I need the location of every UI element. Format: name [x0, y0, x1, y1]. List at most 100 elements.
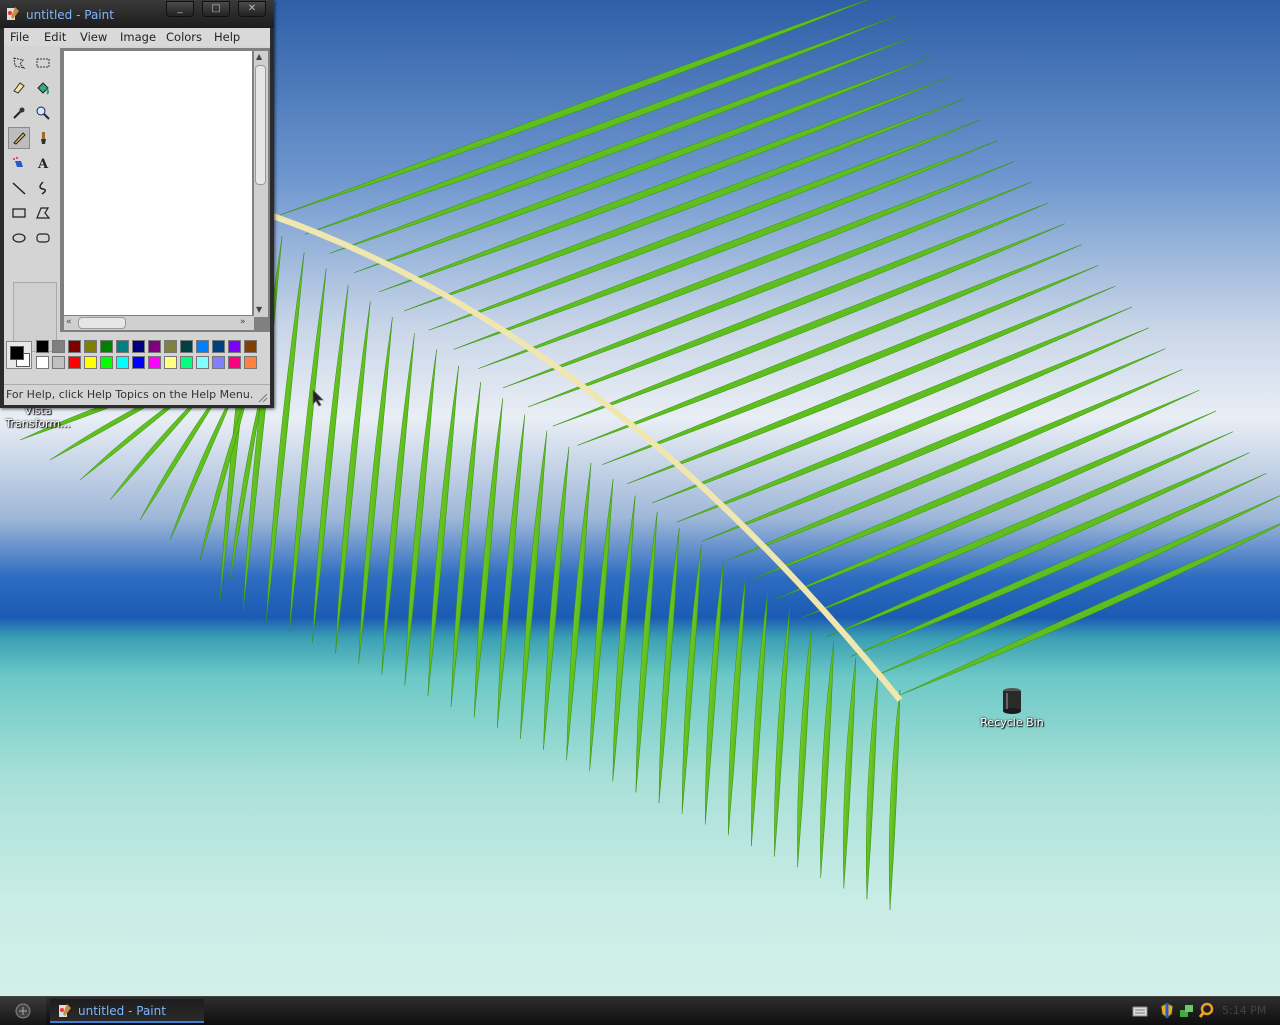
palm-leaflet	[825, 452, 1250, 638]
menu-image[interactable]: Image	[120, 30, 156, 44]
menu-help[interactable]: Help	[214, 30, 240, 44]
palm-leaflet	[800, 431, 1233, 619]
rounded-rectangle-icon	[36, 233, 50, 243]
scroll-down-icon[interactable]: ▼	[256, 305, 262, 314]
menu-edit[interactable]: Edit	[44, 30, 66, 44]
taskbar-clock[interactable]: 5:14 PM	[1222, 1004, 1266, 1017]
palm-leaflet	[304, 15, 897, 235]
canvas-workspace: ▲ ▼ « »	[60, 48, 270, 332]
palette-swatch[interactable]	[52, 356, 65, 369]
palm-leaflet	[751, 389, 1200, 581]
palm-leaflet	[589, 479, 614, 772]
palette-swatch[interactable]	[116, 356, 129, 369]
brush-tool[interactable]	[32, 127, 54, 149]
palm-leaflet	[403, 98, 965, 312]
close-button[interactable]: ✕	[238, 1, 266, 17]
fill-with-color-tool[interactable]	[32, 77, 54, 99]
ellipse-icon	[12, 233, 26, 243]
free-form-select-tool[interactable]	[8, 52, 30, 74]
magnifier-tool[interactable]	[32, 102, 54, 124]
palette-swatch[interactable]	[68, 340, 81, 353]
polygon-tool[interactable]	[32, 202, 54, 224]
palette-swatch[interactable]	[212, 356, 225, 369]
palm-leaflet	[658, 527, 680, 804]
palm-leaflet	[875, 495, 1280, 677]
security-shield-icon[interactable]	[1160, 1002, 1174, 1020]
palm-leaflet	[520, 430, 548, 739]
airbrush-tool[interactable]	[8, 152, 30, 174]
scroll-left-icon[interactable]: «	[66, 317, 72, 327]
palm-leaflet	[635, 511, 658, 793]
palm-leaflet	[704, 560, 724, 825]
palette-swatch[interactable]	[228, 340, 241, 353]
minimize-button[interactable]: _	[166, 1, 194, 17]
text-a-icon: A	[37, 157, 49, 171]
taskbar-item-paint[interactable]: untitled - Paint	[50, 999, 204, 1023]
palm-leaflet	[681, 544, 702, 814]
menu-colors[interactable]: Colors	[166, 30, 202, 44]
palette-swatch[interactable]	[196, 340, 209, 353]
rectangle-icon	[12, 208, 26, 218]
palette-swatch[interactable]	[244, 356, 257, 369]
pencil-tool[interactable]	[8, 127, 30, 149]
palette-swatch[interactable]	[196, 356, 209, 369]
select-tool[interactable]	[32, 52, 54, 74]
palette-swatch[interactable]	[132, 356, 145, 369]
pick-color-tool[interactable]	[8, 102, 30, 124]
menu-view[interactable]: View	[80, 30, 107, 44]
eraser-tool[interactable]	[8, 77, 30, 99]
palette-swatch[interactable]	[180, 356, 193, 369]
palette-swatch[interactable]	[180, 340, 193, 353]
rectangle-tool[interactable]	[8, 202, 30, 224]
current-colors-indicator[interactable]	[6, 341, 32, 369]
rounded-rectangle-tool[interactable]	[32, 227, 54, 249]
palette-swatch[interactable]	[164, 356, 177, 369]
polygon-icon	[36, 207, 51, 219]
search-icon[interactable]	[1198, 1002, 1214, 1020]
title-bar[interactable]: untitled - Paint _ □ ✕	[0, 0, 274, 28]
ellipse-tool[interactable]	[8, 227, 30, 249]
line-icon	[12, 182, 26, 195]
recycle-bin-desktop-icon[interactable]: Recycle Bin	[974, 686, 1050, 729]
resize-grip-icon[interactable]	[258, 393, 268, 403]
palette-swatch[interactable]	[132, 340, 145, 353]
maximize-button[interactable]: □	[202, 1, 230, 17]
horizontal-scroll-thumb[interactable]	[78, 317, 126, 329]
vertical-scrollbar[interactable]: ▲ ▼	[254, 51, 268, 317]
menu-file[interactable]: File	[10, 30, 29, 44]
curve-tool[interactable]	[32, 177, 54, 199]
palm-leaflet	[566, 463, 592, 761]
palm-leaflet	[543, 446, 570, 750]
palette-swatch[interactable]	[100, 340, 113, 353]
palette-swatch[interactable]	[116, 340, 129, 353]
vertical-scroll-thumb[interactable]	[255, 65, 266, 185]
scroll-right-icon[interactable]: »	[240, 317, 246, 327]
horizontal-scrollbar[interactable]: « »	[64, 316, 254, 330]
palette-swatch[interactable]	[212, 340, 225, 353]
palette-swatch[interactable]	[84, 356, 97, 369]
palette-swatch[interactable]	[84, 340, 97, 353]
network-icon[interactable]	[1178, 1002, 1194, 1020]
palette-swatch[interactable]	[148, 340, 161, 353]
vista-transform-label-line2: Transform...	[5, 417, 71, 430]
palette-swatch[interactable]	[36, 340, 49, 353]
text-tool[interactable]: A	[32, 152, 54, 174]
palm-leaflet	[899, 523, 1280, 696]
palette-swatch[interactable]	[228, 356, 241, 369]
palm-leaflet	[450, 382, 481, 707]
palette-swatch[interactable]	[148, 356, 161, 369]
palette-swatch[interactable]	[164, 340, 177, 353]
recycle-bin-label: Recycle Bin	[980, 716, 1044, 729]
paint-window[interactable]: untitled - Paint _ □ ✕ File Edit View Im…	[0, 0, 274, 408]
palm-leaflet	[428, 119, 981, 331]
keyboard-icon[interactable]	[1132, 1005, 1148, 1017]
palette-swatch[interactable]	[68, 356, 81, 369]
palette-swatch[interactable]	[244, 340, 257, 353]
palette-swatch[interactable]	[100, 356, 113, 369]
line-tool[interactable]	[8, 177, 30, 199]
palette-swatch[interactable]	[36, 356, 49, 369]
palette-swatch[interactable]	[52, 340, 65, 353]
drawing-canvas[interactable]	[64, 51, 252, 315]
start-button[interactable]	[0, 997, 46, 1025]
scroll-up-icon[interactable]: ▲	[256, 52, 262, 61]
